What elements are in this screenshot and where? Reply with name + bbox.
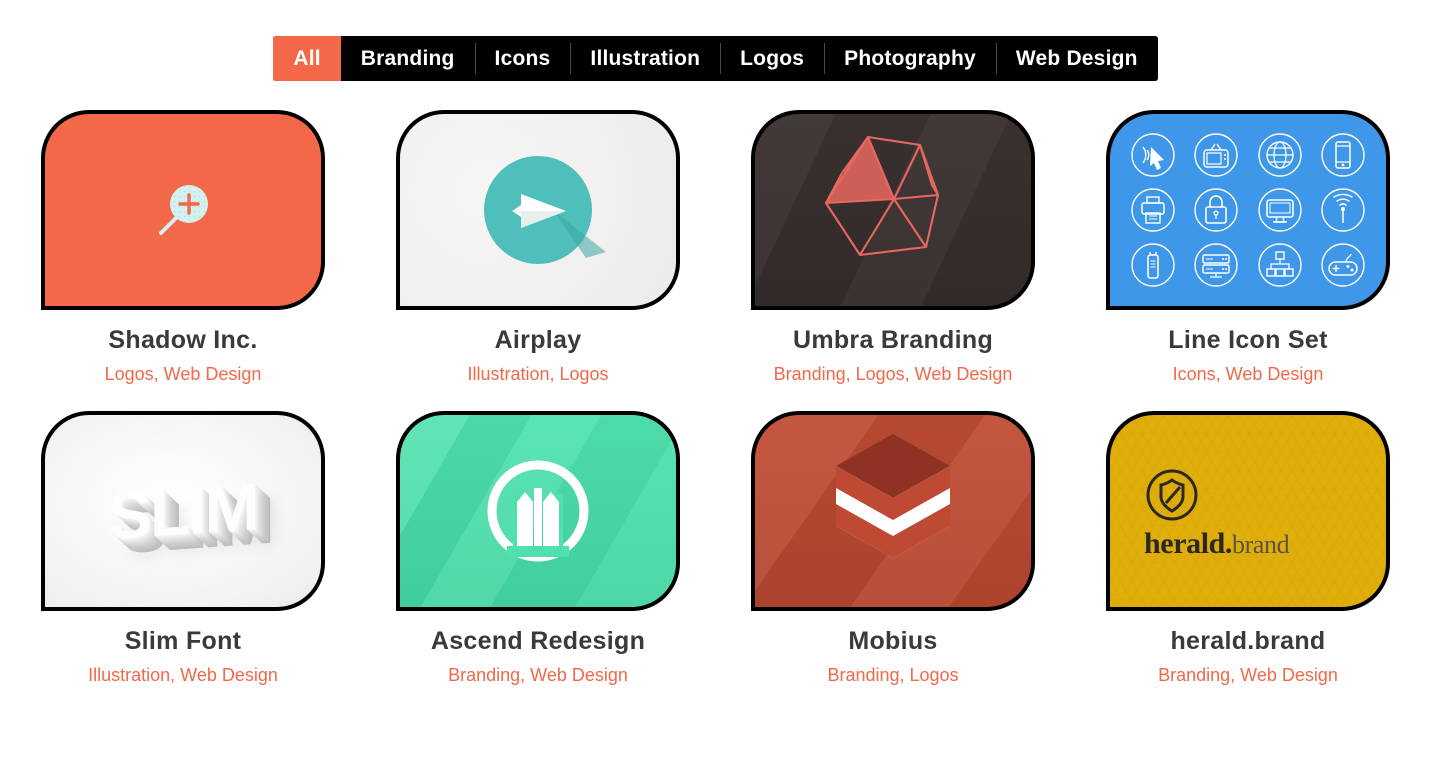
magnifier-plus-icon [45, 114, 321, 306]
card-title: Mobius [848, 627, 938, 655]
thumbnail-airplay[interactable] [396, 110, 680, 310]
portfolio-page: All Branding Icons Illustration Logos Ph… [0, 0, 1431, 780]
filter-item-icons[interactable]: Icons [474, 36, 571, 81]
filter-item-branding[interactable]: Branding [340, 36, 475, 81]
portfolio-card-umbra-branding[interactable]: Umbra Branding Branding, Logos, Web Desi… [716, 110, 1071, 385]
card-title: Shadow Inc. [108, 326, 258, 354]
herald-wordmark-light: brand [1232, 530, 1290, 559]
icon-grid [1110, 114, 1386, 306]
wireframe-icosahedron [755, 114, 1031, 306]
herald-wordmark-bold: herald. [1144, 527, 1233, 560]
portfolio-card-slim-font[interactable]: SLIM Slim Font Illustration, Web Design [6, 411, 361, 686]
card-title: Umbra Branding [792, 326, 994, 354]
hexagon-chevron-logo [755, 415, 1031, 607]
portfolio-grid: Shadow Inc. Logos, Web Design Airplay Il… [0, 110, 1431, 686]
tv-icon [1186, 128, 1248, 181]
card-categories: Branding, Logos [827, 665, 959, 685]
portfolio-card-shadow-inc[interactable]: Shadow Inc. Logos, Web Design [6, 110, 361, 385]
sitemap-icon [1249, 239, 1311, 292]
lock-icon [1186, 183, 1248, 236]
thumbnail-herald-brand[interactable]: herald.brand [1106, 411, 1390, 611]
wifi-signal-icon [1313, 183, 1375, 236]
card-categories: Icons, Web Design [1172, 364, 1324, 384]
filter-item-photography[interactable]: Photography [824, 36, 996, 81]
portfolio-card-herald-brand[interactable]: herald.brand herald.brand Branding, Web … [1071, 411, 1426, 686]
card-title: Airplay [494, 326, 582, 354]
filter-item-web-design[interactable]: Web Design [995, 36, 1158, 81]
card-title: Slim Font [124, 627, 242, 655]
filter-item-logos[interactable]: Logos [720, 36, 825, 81]
thumbnail-shadow-inc[interactable] [41, 110, 325, 310]
category-filter-bar[interactable]: All Branding Icons Illustration Logos Ph… [273, 36, 1158, 81]
portfolio-card-ascend-redesign[interactable]: Ascend Redesign Branding, Web Design [361, 411, 716, 686]
ascend-circle-monogram [400, 415, 676, 607]
cursor-click-icon [1122, 128, 1184, 181]
paper-plane-in-teal-circle [400, 114, 676, 306]
card-categories: Illustration, Logos [467, 364, 609, 384]
smartphone-icon [1313, 128, 1375, 181]
card-categories: Branding, Web Design [448, 665, 628, 685]
card-categories: Logos, Web Design [104, 364, 262, 384]
card-categories: Branding, Logos, Web Design [773, 364, 1013, 384]
usb-drive-icon [1122, 239, 1184, 292]
card-title: Ascend Redesign [430, 627, 646, 655]
thumbnail-mobius[interactable] [751, 411, 1035, 611]
slim-3d-text: SLIM [108, 468, 258, 554]
filter-item-all[interactable]: All [273, 36, 341, 81]
thumbnail-slim-font[interactable]: SLIM [41, 411, 325, 611]
card-title: Line Icon Set [1168, 326, 1328, 354]
portfolio-card-airplay[interactable]: Airplay Illustration, Logos [361, 110, 716, 385]
globe-icon [1249, 128, 1311, 181]
printer-icon [1122, 183, 1184, 236]
filter-item-illustration[interactable]: Illustration [570, 36, 721, 81]
card-categories: Branding, Web Design [1158, 665, 1338, 685]
monitor-icon [1249, 183, 1311, 236]
card-title: herald.brand [1170, 627, 1326, 655]
thumbnail-ascend-redesign[interactable] [396, 411, 680, 611]
filter-bar-container: All Branding Icons Illustration Logos Ph… [0, 0, 1431, 81]
card-categories: Illustration, Web Design [88, 665, 278, 685]
portfolio-card-line-icon-set[interactable]: Line Icon Set Icons, Web Design [1071, 110, 1426, 385]
shield-in-circle-logo [1146, 469, 1198, 521]
server-icon [1186, 239, 1248, 292]
gamepad-icon [1313, 239, 1375, 292]
portfolio-card-mobius[interactable]: Mobius Branding, Logos [716, 411, 1071, 686]
thumbnail-umbra-branding[interactable] [751, 110, 1035, 310]
herald-wordmark: herald.brand [1144, 527, 1290, 560]
thumbnail-line-icon-set[interactable] [1106, 110, 1390, 310]
herald-logo-lockup: herald.brand [1144, 467, 1290, 560]
